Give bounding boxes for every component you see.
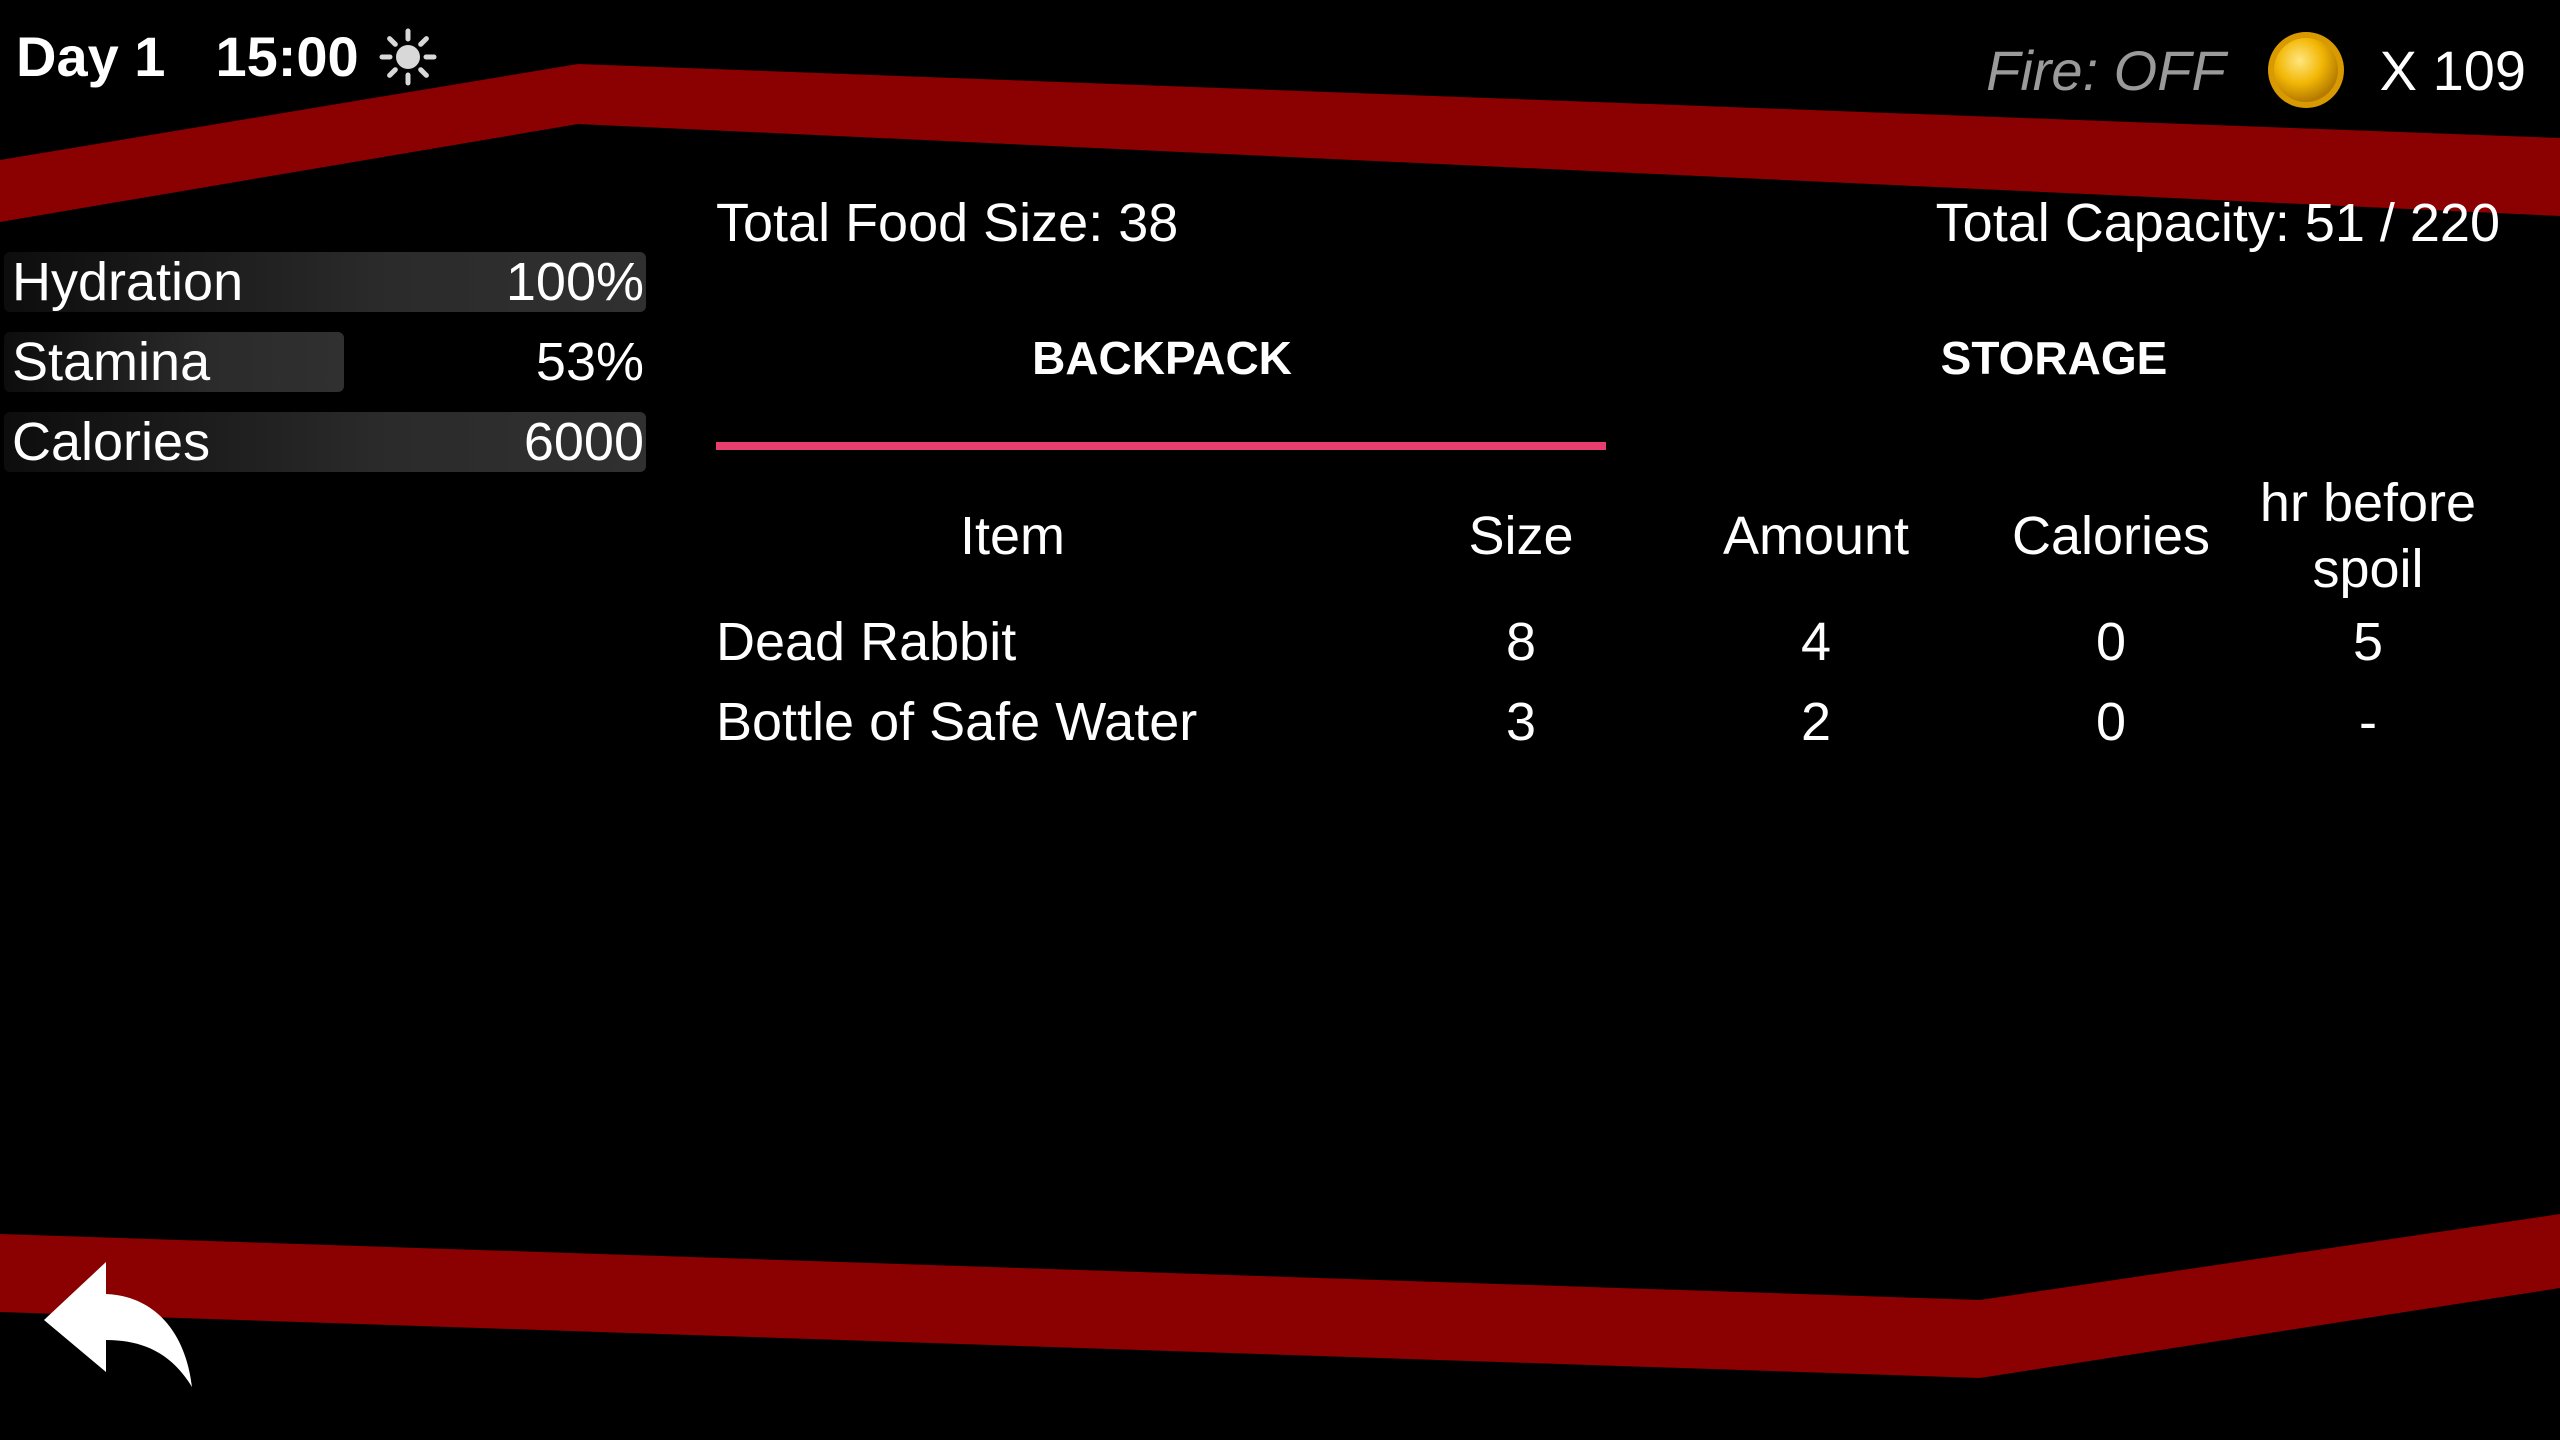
stat-hydration: Hydration 100%: [0, 250, 650, 314]
stat-value: 100%: [505, 252, 644, 312]
total-capacity: Total Capacity: 51 / 220: [1935, 193, 2500, 253]
item-spoil: 5: [2352, 612, 2384, 672]
selected-tab-indicator: [716, 442, 1606, 450]
column-header-calories: Calories: [2011, 506, 2211, 566]
stat-label: Hydration: [12, 252, 244, 312]
item-calories: 0: [2095, 692, 2127, 752]
inventory-screen: Day 1 15:00 Fire: OFF X 109 Hydration 10…: [0, 0, 2560, 1440]
column-header-spoil: hr before spoil: [2259, 473, 2477, 599]
inventory-table: Item Size Amount Calories hr before spoi…: [716, 470, 2500, 762]
item-spoil: -: [2359, 692, 2377, 752]
column-header-item: Item: [960, 506, 1066, 566]
inventory-tabs: BACKPACK STORAGE: [716, 320, 2500, 456]
stat-label: Stamina: [12, 332, 211, 392]
item-calories: 0: [2095, 612, 2127, 672]
time-label: 15:00: [215, 25, 359, 88]
tab-backpack[interactable]: BACKPACK: [716, 320, 1608, 456]
tab-label: STORAGE: [1940, 332, 2168, 384]
item-size: 3: [1505, 692, 1537, 752]
tab-label: BACKPACK: [1032, 332, 1292, 384]
table-header-row: Item Size Amount Calories hr before spoi…: [716, 470, 2500, 602]
item-name: Dead Rabbit: [716, 612, 1017, 672]
stat-calories: Calories 6000: [0, 410, 650, 474]
item-amount: 4: [1800, 612, 1832, 672]
item-size: 8: [1505, 612, 1537, 672]
bottom-red-band: [0, 1214, 2560, 1378]
day-label: Day 1: [16, 25, 166, 88]
coin-count: X 109: [2379, 38, 2526, 102]
fire-status: Fire: OFF: [1986, 38, 2226, 102]
table-row[interactable]: Dead Rabbit 8 4 0 5: [716, 602, 2500, 682]
table-row[interactable]: Bottle of Safe Water 3 2 0 -: [716, 682, 2500, 762]
item-amount: 2: [1800, 692, 1832, 752]
total-food-size: Total Food Size: 38: [716, 193, 1179, 253]
day-time-display: Day 1 15:00: [16, 24, 437, 89]
back-button[interactable]: [44, 1262, 194, 1387]
stat-value: 53%: [535, 332, 644, 392]
stat-value: 6000: [523, 412, 644, 472]
stat-stamina: Stamina 53%: [0, 330, 650, 394]
tab-storage[interactable]: STORAGE: [1608, 320, 2500, 456]
sun-icon: [379, 28, 437, 86]
back-arrow-icon: [44, 1262, 192, 1387]
item-name: Bottle of Safe Water: [716, 692, 1198, 752]
player-stats: Hydration 100% Stamina 53% Calories 6000: [0, 250, 650, 490]
column-header-size: Size: [1468, 506, 1574, 566]
gold-coin-icon: [2266, 30, 2346, 110]
status-coins-display: Fire: OFF X 109: [1986, 30, 2526, 110]
stat-label: Calories: [12, 412, 211, 472]
column-header-amount: Amount: [1722, 506, 1910, 566]
